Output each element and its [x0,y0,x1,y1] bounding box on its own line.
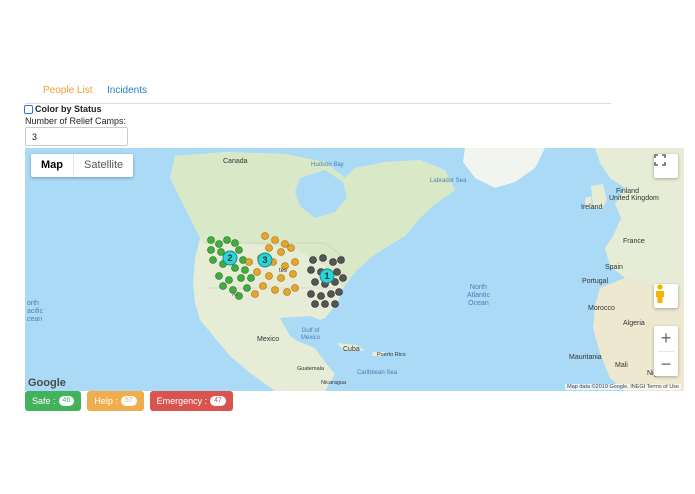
color-by-status-checkbox[interactable] [24,104,33,114]
tab-people-list[interactable]: People List [43,85,92,96]
label-labrador-sea: Labrador Sea [430,178,467,184]
label-ireland: Ireland [581,204,603,211]
label-canada: Canada [223,158,248,165]
zoom-out-button[interactable]: − [654,352,678,377]
zoom-in-button[interactable]: + [654,326,678,351]
label-hudson-bay: Hudson Bay [311,162,344,168]
label-portugal: Portugal [582,278,609,285]
label-north-atlantic: North Atlantic Ocean [467,284,490,307]
fullscreen-button[interactable] [654,154,678,178]
cluster-count: 1 [324,271,329,281]
label-finland: Finland [616,188,639,195]
safe-badge[interactable]: Safe : 46 [25,391,82,411]
label-mexico: Mexico [257,336,280,343]
relief-camps-label: Number of Relief Camps: [25,116,127,126]
map-attribution[interactable]: Map data ©2019 Google, INEGI Terms of Us… [565,384,681,390]
google-logo: Google [28,377,66,389]
label-mauritania: Mauritania [569,354,602,361]
help-label: Help : [94,396,118,406]
label-puerto-rico: Puerto Rico [377,352,406,358]
cluster-count: 2 [227,253,232,263]
help-badge[interactable]: Help : 57 [87,391,144,411]
label-mali: Mali [615,362,628,369]
zoom-control: + − [654,326,678,376]
label-morocco: Morocco [588,305,615,312]
safe-count: 46 [58,396,75,406]
status-summary: Safe : 46 Help : 57 Emergency : 47 [25,391,233,411]
map-type-map-button[interactable]: Map [31,154,74,177]
tab-incidents[interactable]: Incidents [107,85,147,96]
color-by-status-row: Color by Status [24,103,102,115]
label-nicaragua: Nicaragua [321,380,347,386]
label-guatemala: Guatemala [297,366,324,372]
label-algeria: Algeria [623,320,645,327]
label-united-kingdom: United Kingdom [609,195,659,202]
emergency-label: Emergency : [156,396,208,406]
label-spain: Spain [605,264,623,271]
tab-bar: People List Incidents [25,80,611,104]
label-cuba: Cuba [343,346,360,353]
map-view[interactable]: 2 3 1 Canada Hudson Bay Labrador Sea Fin… [25,148,684,391]
label-france: France [623,238,645,245]
map-type-control: Map Satellite [31,154,134,177]
label-tes: tes [279,268,288,274]
emergency-badge[interactable]: Emergency : 47 [149,391,233,411]
safe-label: Safe : [32,396,56,406]
relief-camps-input[interactable] [25,127,128,146]
emergency-count: 47 [210,396,226,406]
color-by-status-label: Color by Status [35,104,102,114]
help-count: 57 [120,396,137,406]
map-type-satellite-button[interactable]: Satellite [74,154,133,177]
label-gulf-of-mexico: Gulf of Mexico [301,328,321,341]
label-az: AZ [232,292,240,298]
cluster-count: 3 [262,255,267,265]
label-caribbean-sea: Caribbean Sea [357,370,398,376]
street-view-pegman[interactable] [654,284,678,308]
label-north-pacific: orth acific cean [27,300,43,323]
